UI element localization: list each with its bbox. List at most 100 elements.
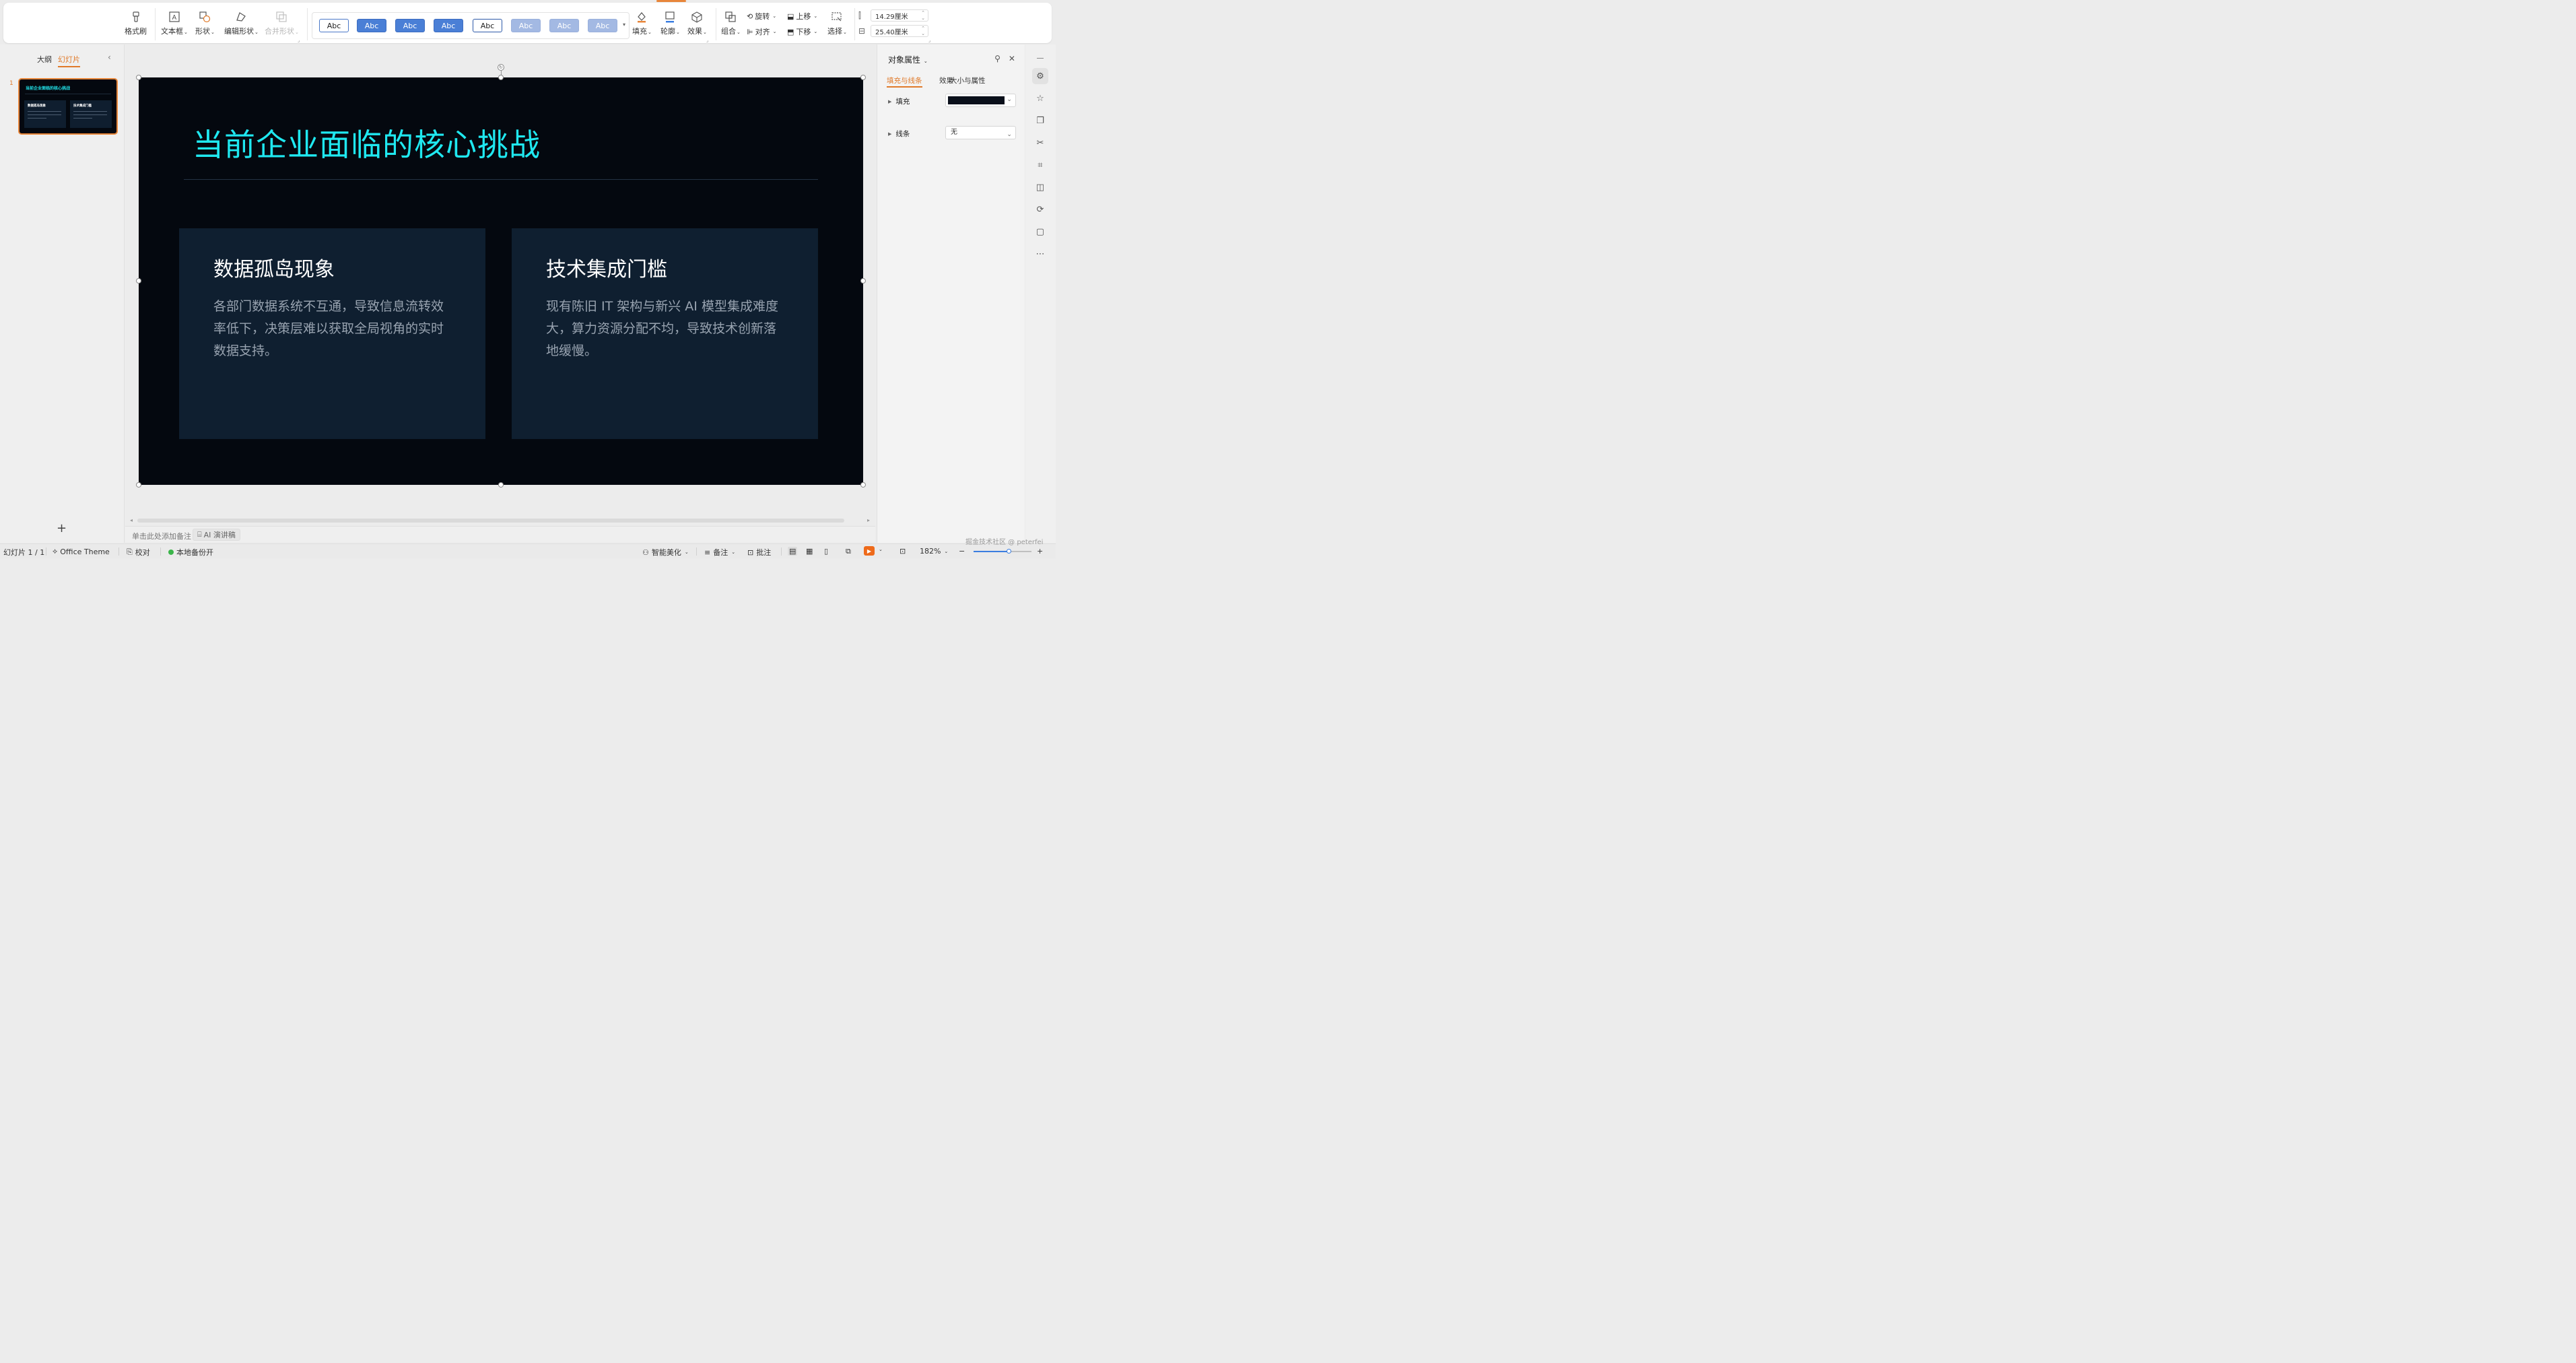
tab-slides[interactable]: 幻灯片 (57, 54, 80, 67)
challenge-card[interactable]: 技术集成门槛 现有陈旧 IT 架构与新兴 AI 模型集成难度大，算力资源分配不均… (511, 228, 818, 439)
text-box-button[interactable]: A 文本框⌄ (161, 9, 188, 36)
format-painter-button[interactable]: 格式刷 (125, 9, 147, 36)
presenter-icon[interactable]: ⧉ (846, 547, 851, 556)
challenge-card[interactable]: 数据孤岛现象 各部门数据系统不互通，导致信息流转效率低下，决策层难以获取全局视角… (178, 228, 485, 439)
fill-button[interactable]: 填充⌄ (632, 9, 652, 36)
merge-shape-button[interactable]: 合并形状⌄ (265, 9, 299, 36)
notes-toggle[interactable]: ≡ 备注 ⌄ (704, 547, 735, 558)
select-button[interactable]: 选择⌄ (827, 9, 847, 36)
minimize-icon[interactable] (1036, 57, 1044, 59)
grid-view-icon[interactable]: ▦ (806, 547, 813, 556)
play-slideshow-button[interactable]: ▶ (863, 545, 875, 556)
resize-handle[interactable] (498, 74, 504, 80)
zoom-in-icon[interactable]: + (1037, 547, 1043, 556)
stepper-icon[interactable]: ⌃ ⌄ (921, 10, 925, 21)
stepper-icon[interactable]: ⌃ ⌄ (921, 26, 925, 36)
fill-section-toggle[interactable]: ▶ 填充 (888, 96, 910, 106)
notes-placeholder[interactable]: 单击此处添加备注 (132, 531, 191, 541)
comment-icon[interactable]: ▢ (1032, 224, 1048, 240)
resize-handle[interactable] (135, 277, 141, 284)
play-options-icon[interactable]: ⌄ (878, 547, 883, 552)
resize-handle[interactable] (135, 481, 141, 488)
theme-button[interactable]: ⟡ Office Theme (53, 547, 110, 556)
proofread-button[interactable]: ⎘ 校对 (127, 547, 150, 558)
style-chip[interactable]: Abc (472, 18, 502, 32)
reading-view-icon[interactable]: ▯ (824, 547, 828, 556)
edit-shape-button[interactable]: 编辑形状⌄ (224, 9, 259, 36)
style-chip[interactable]: Abc (433, 18, 463, 32)
collapse-panel-icon[interactable]: ‹ (108, 53, 111, 62)
style-chip[interactable]: Abc (356, 18, 386, 32)
slide-thumbnail[interactable]: 当前企业面临的核心挑战 数据孤岛现象 技术集成门槛 (18, 77, 118, 135)
panel-title[interactable]: 对象属性 ⌄ (888, 54, 928, 65)
more-icon[interactable]: ⋯ (1032, 246, 1048, 262)
zoom-out-icon[interactable]: − (959, 547, 965, 556)
thumbnail-card: 数据孤岛现象 (24, 100, 66, 128)
object-properties-panel: 对象属性 ⌄ ⚲ ✕ 填充与线条 效果 大小与属性 ▶ 填充 ⌄ ▶ 线条 无 … (876, 44, 1025, 543)
properties-icon[interactable]: ⚙ (1031, 67, 1048, 84)
history-icon[interactable]: ⟳ (1032, 201, 1048, 218)
toolbar-divider (154, 7, 156, 40)
send-backward-icon: ⬒ (786, 27, 794, 36)
group-button[interactable]: 组合⌄ (721, 9, 741, 36)
style-chip[interactable]: Abc (395, 18, 425, 32)
style-chip[interactable]: Abc (549, 18, 579, 32)
effect-button[interactable]: 效果⌄ (687, 9, 707, 36)
resize-handle[interactable] (498, 481, 504, 488)
group-expand-icon[interactable]: ⌟ (928, 38, 930, 43)
style-chip[interactable]: Abc (510, 18, 541, 32)
image-edit-icon[interactable]: ⌗ (1032, 157, 1048, 173)
animation-icon[interactable]: ◫ (1032, 179, 1048, 195)
tools-icon[interactable]: ✂ (1032, 135, 1048, 151)
fill-bucket-icon (634, 9, 649, 24)
tab-fill-line[interactable]: 填充与线条 (886, 75, 922, 88)
status-divider (780, 547, 782, 556)
resize-handle[interactable] (860, 481, 866, 488)
resize-handle[interactable] (135, 74, 141, 80)
normal-view-icon[interactable]: ▤ (787, 546, 798, 556)
close-icon[interactable]: ✕ (1009, 54, 1015, 63)
fill-color-select[interactable]: ⌄ (945, 93, 1016, 107)
height-field[interactable]: 14.29厘米 ⌃ ⌄ (870, 9, 928, 22)
zoom-level[interactable]: 182% ⌄ (920, 547, 948, 556)
tab-outline[interactable]: 大纲 (37, 54, 52, 65)
rotate-button[interactable]: ⟲ 旋转 ⌄ (747, 11, 776, 22)
star-icon[interactable]: ☆ (1032, 90, 1048, 106)
group-expand-icon[interactable]: ⌟ (298, 38, 300, 43)
width-field[interactable]: 25.40厘米 ⌃ ⌄ (870, 24, 928, 37)
style-chip[interactable]: Abc (318, 18, 349, 32)
align-button[interactable]: ⊫ 对齐 ⌄ (747, 26, 776, 37)
resize-handle[interactable] (860, 277, 866, 284)
rotate-handle[interactable]: ↻ (497, 63, 504, 71)
comment-toggle[interactable]: ⊡ 批注 (747, 547, 771, 558)
add-slide-button[interactable]: + (57, 521, 67, 535)
horizontal-scrollbar[interactable] (137, 518, 844, 523)
backup-status[interactable]: 本地备份开 (168, 547, 213, 558)
copy-icon[interactable]: ❐ (1032, 112, 1048, 129)
slide-navigator-panel: 大纲 幻灯片 ‹ 1 当前企业面临的核心挑战 数据孤岛现象 技术集成门槛 + (0, 44, 125, 543)
scroll-right-icon[interactable]: ▸ (867, 517, 870, 523)
style-chip[interactable]: Abc (587, 18, 617, 32)
beautify-button[interactable]: ⚇ 智能美化 ⌄ (642, 547, 689, 558)
scroll-left-icon[interactable]: ◂ (130, 517, 133, 523)
bring-forward-button[interactable]: ⬓ 上移 ⌄ (787, 11, 817, 22)
title-divider (183, 178, 818, 180)
slide[interactable]: 当前企业面临的核心挑战 数据孤岛现象 各部门数据系统不互通，导致信息流转效率低下… (138, 77, 863, 485)
zoom-slider-knob[interactable] (1006, 548, 1011, 554)
fit-window-icon[interactable]: ⊡ (900, 547, 906, 556)
pin-icon[interactable]: ⚲ (994, 54, 1001, 63)
send-backward-button[interactable]: ⬒ 下移 ⌄ (787, 26, 817, 37)
line-style-select[interactable]: 无 ⌄ (945, 125, 1016, 139)
ai-speech-button[interactable]: ⌸ AI 演讲稿 (192, 528, 240, 541)
outline-button[interactable]: 轮廓⌄ (660, 9, 680, 36)
gallery-more-icon[interactable]: ▾ (623, 22, 625, 28)
zoom-slider[interactable] (973, 548, 1031, 554)
slide-title[interactable]: 当前企业面临的核心挑战 (193, 121, 541, 165)
shape-button[interactable]: 形状⌄ (195, 9, 215, 36)
tab-size-properties[interactable]: 大小与属性 (950, 75, 985, 86)
rotate-icon: ⟲ (746, 11, 753, 21)
resize-handle[interactable] (860, 74, 866, 80)
line-section-toggle[interactable]: ▶ 线条 (888, 129, 910, 139)
edit-shape-icon (234, 9, 248, 24)
group-expand-icon[interactable]: ⌟ (706, 38, 708, 43)
